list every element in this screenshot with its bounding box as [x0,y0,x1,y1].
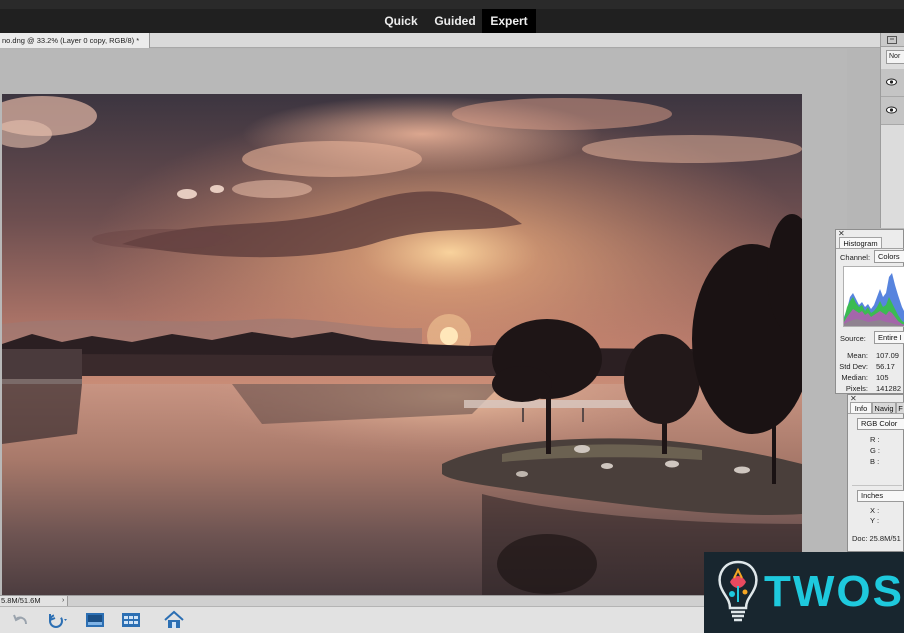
layers-panel-header [881,33,904,47]
info-panel: ✕ Info Navig F RGB Color R : G : B : Inc… [847,394,904,552]
color-mode-select[interactable]: RGB Color [857,418,904,430]
source-label: Source: [840,334,866,343]
histogram-curve [844,273,904,326]
layer-row[interactable] [881,69,904,97]
divider [852,485,902,486]
visibility-eye-icon[interactable] [886,106,897,114]
photoshop-elements-window: Quick Guided Expert no.dng @ 33.2% (Laye… [0,0,904,633]
tab-guided[interactable]: Guided [428,9,482,33]
document-tab[interactable]: no.dng @ 33.2% (Layer 0 copy, RGB/8) * [0,33,150,48]
document-tab-bar: no.dng @ 33.2% (Layer 0 copy, RGB/8) * [0,33,880,48]
channel-select[interactable]: Colors [874,250,904,263]
watermark-text: TWOS [764,567,904,616]
sunset-lake-photo [2,94,802,599]
status-bar: 5.8M/51.6M › [0,595,704,607]
workspace [0,49,847,599]
std-dev-label: Std Dev: [839,362,868,371]
tab-divider [836,248,904,249]
mean-label: Mean: [847,351,868,360]
median-label: Median: [841,373,868,382]
organizer-icon[interactable] [120,610,142,630]
r-readout: R : [870,435,880,444]
title-strip [0,0,904,9]
panel-menu-icon[interactable] [887,36,897,45]
b-readout: B : [870,457,880,466]
channel-label: Channel: [840,253,871,262]
rotate-icon[interactable] [46,610,68,630]
histogram-panel: ✕ Histogram Channel: Colors Source: Enti… [835,229,904,394]
source-select[interactable]: Entire I [874,331,904,344]
blend-mode-select[interactable]: Nor [886,50,904,64]
x-readout: X : [870,506,880,515]
y-readout: Y : [870,516,880,525]
units-select[interactable]: Inches [857,490,904,502]
image-canvas[interactable] [2,94,802,599]
tab-expert[interactable]: Expert [482,9,536,33]
twos-watermark-logo: TWOS [704,552,904,633]
median-value: 105 [876,373,889,382]
taskbar [0,606,704,633]
tab-divider [848,413,904,414]
pixels-label: Pixels: [845,384,868,393]
mode-bar: Quick Guided Expert [0,9,904,33]
layout-icon[interactable] [84,610,106,630]
home-icon[interactable] [163,610,185,630]
mean-value: 107.09 [876,351,899,360]
lightbulb-icon [718,560,758,622]
std-dev-value: 56.17 [876,362,895,371]
visibility-eye-icon[interactable] [886,78,897,86]
doc-size-readout: Doc: 25.8M/51 [852,534,901,543]
pixels-value: 141282 [876,384,902,393]
status-menu-arrow-icon[interactable]: › [62,596,64,606]
undo-icon[interactable] [10,610,32,630]
layer-row[interactable] [881,97,904,125]
g-readout: G : [870,446,881,455]
layers-panel: Nor [880,33,904,228]
tab-quick[interactable]: Quick [374,9,428,33]
histogram-graph [843,266,904,327]
